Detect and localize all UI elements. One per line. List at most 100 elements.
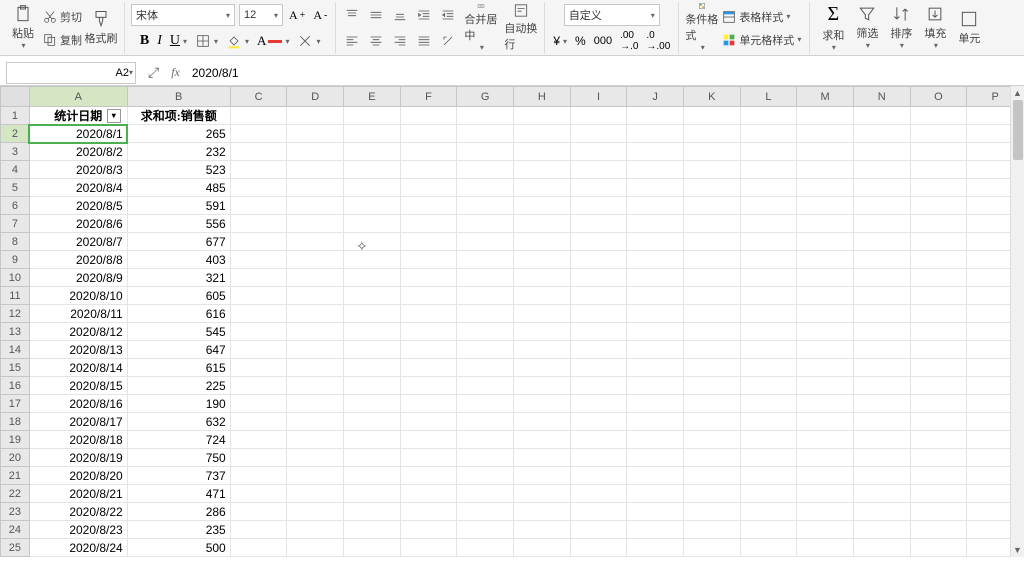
cell[interactable]	[287, 521, 344, 539]
cell[interactable]: 556	[127, 215, 230, 233]
cell[interactable]	[230, 341, 287, 359]
cell[interactable]: 471	[127, 485, 230, 503]
cell[interactable]	[853, 431, 910, 449]
cell[interactable]	[457, 377, 514, 395]
cell[interactable]	[910, 449, 967, 467]
cell[interactable]	[230, 197, 287, 215]
cell[interactable]	[344, 215, 401, 233]
cell[interactable]: 2020/8/17	[29, 413, 127, 431]
cell[interactable]	[910, 143, 967, 161]
cell[interactable]	[514, 269, 571, 287]
scroll-down-button[interactable]: ▼	[1011, 543, 1024, 557]
row-header[interactable]: 1	[1, 107, 30, 125]
cell[interactable]: 523	[127, 161, 230, 179]
cell[interactable]	[457, 233, 514, 251]
copy-button[interactable]: 复制	[40, 29, 84, 51]
cell[interactable]	[457, 359, 514, 377]
cell[interactable]	[683, 233, 740, 251]
cell[interactable]: 321	[127, 269, 230, 287]
cell[interactable]	[627, 539, 684, 557]
cell[interactable]	[740, 287, 797, 305]
cell[interactable]	[230, 233, 287, 251]
cell[interactable]	[853, 179, 910, 197]
cell[interactable]: 2020/8/1	[29, 125, 127, 143]
row-header[interactable]: 15	[1, 359, 30, 377]
cell[interactable]	[287, 413, 344, 431]
cell[interactable]: 2020/8/23	[29, 521, 127, 539]
cell[interactable]	[344, 143, 401, 161]
cell[interactable]	[344, 161, 401, 179]
cell[interactable]	[853, 467, 910, 485]
cell[interactable]	[627, 287, 684, 305]
col-header-K[interactable]: K	[683, 87, 740, 107]
cell[interactable]	[853, 449, 910, 467]
cell[interactable]	[910, 485, 967, 503]
cell[interactable]	[683, 521, 740, 539]
cell[interactable]	[910, 323, 967, 341]
cell[interactable]: 2020/8/16	[29, 395, 127, 413]
cell[interactable]	[287, 431, 344, 449]
cell[interactable]	[457, 431, 514, 449]
cell[interactable]	[797, 233, 854, 251]
cell[interactable]	[287, 287, 344, 305]
cell[interactable]	[570, 107, 627, 125]
cell[interactable]	[570, 251, 627, 269]
cell[interactable]	[683, 161, 740, 179]
cell[interactable]	[344, 503, 401, 521]
cell[interactable]	[853, 395, 910, 413]
cell[interactable]	[230, 467, 287, 485]
cell[interactable]	[344, 197, 401, 215]
cell[interactable]	[287, 125, 344, 143]
cell[interactable]	[797, 161, 854, 179]
percent-button[interactable]: %	[573, 30, 588, 52]
cell[interactable]	[514, 359, 571, 377]
cell[interactable]: 750	[127, 449, 230, 467]
cell[interactable]	[400, 449, 457, 467]
cell[interactable]: 2020/8/15	[29, 377, 127, 395]
cell[interactable]	[570, 377, 627, 395]
cell[interactable]	[683, 359, 740, 377]
cell[interactable]	[910, 161, 967, 179]
cell[interactable]	[457, 107, 514, 125]
cell[interactable]	[344, 485, 401, 503]
cell[interactable]: 2020/8/11	[29, 305, 127, 323]
cell[interactable]	[287, 107, 344, 125]
col-header-H[interactable]: H	[514, 87, 571, 107]
cell[interactable]	[230, 179, 287, 197]
cell[interactable]	[683, 539, 740, 557]
cell[interactable]	[683, 215, 740, 233]
cell[interactable]	[910, 395, 967, 413]
cell[interactable]	[344, 251, 401, 269]
cell[interactable]	[344, 467, 401, 485]
cell[interactable]	[797, 503, 854, 521]
cell[interactable]	[683, 107, 740, 125]
zoom-icon[interactable]: ⤢	[148, 64, 159, 81]
cell[interactable]: 615	[127, 359, 230, 377]
cell[interactable]	[570, 179, 627, 197]
cell[interactable]	[287, 377, 344, 395]
cell[interactable]	[797, 305, 854, 323]
cell[interactable]	[853, 359, 910, 377]
cell[interactable]	[570, 341, 627, 359]
cell[interactable]	[853, 539, 910, 557]
cell[interactable]: 2020/8/6	[29, 215, 127, 233]
cell[interactable]	[740, 341, 797, 359]
cell[interactable]: 求和项:销售额	[127, 107, 230, 125]
cell[interactable]	[853, 503, 910, 521]
cell[interactable]	[570, 449, 627, 467]
fill-color-button[interactable]: ▾	[224, 30, 251, 52]
cell[interactable]: 2020/8/12	[29, 323, 127, 341]
row-header[interactable]: 20	[1, 449, 30, 467]
cell[interactable]	[683, 467, 740, 485]
cell[interactable]	[570, 143, 627, 161]
format-painter-button[interactable]: 格式刷	[84, 2, 118, 52]
cell[interactable]	[797, 395, 854, 413]
cell[interactable]	[797, 359, 854, 377]
cell[interactable]	[400, 341, 457, 359]
cell[interactable]	[627, 323, 684, 341]
cell[interactable]	[344, 125, 401, 143]
col-header-A[interactable]: A	[29, 87, 127, 107]
cell[interactable]	[400, 233, 457, 251]
row-header[interactable]: 7	[1, 215, 30, 233]
cell[interactable]	[740, 215, 797, 233]
